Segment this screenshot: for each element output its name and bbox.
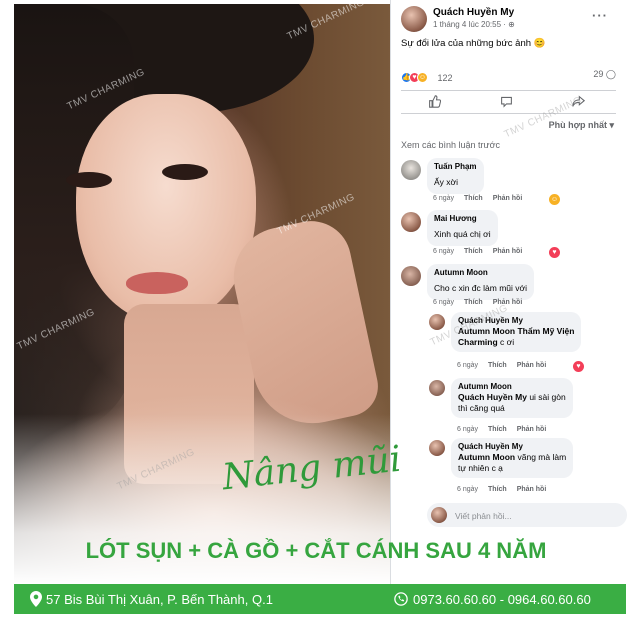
comment-text: ui sài gòn <box>526 392 566 402</box>
comment-author[interactable]: Autumn Moon <box>458 382 566 391</box>
comment-time[interactable]: 6 ngày <box>433 299 454 306</box>
avatar[interactable] <box>429 440 445 456</box>
avatar <box>431 507 447 523</box>
comment-time[interactable]: 6 ngày <box>457 362 478 369</box>
comment-sort-dropdown[interactable]: Phù hợp nhất ▾ <box>549 120 614 131</box>
reply-placeholder: Viết phản hồi... <box>455 511 512 521</box>
like-link[interactable]: Thích <box>464 195 483 202</box>
comment-bubble: Tuấn Phạm Ấy xời <box>427 158 484 194</box>
comment-time[interactable]: 6 ngày <box>433 248 454 255</box>
lips-shape <box>126 272 188 294</box>
comment-author[interactable]: Quách Huyền My <box>458 442 566 451</box>
avatar[interactable] <box>401 212 421 232</box>
comment-text: thì căng quá <box>458 403 505 413</box>
mention[interactable]: Charming <box>458 337 498 347</box>
comment-text: vãng mà làm <box>515 452 567 462</box>
comment-icon[interactable] <box>499 95 513 109</box>
love-reaction-icon[interactable]: ♥ <box>573 361 584 372</box>
post-timestamp[interactable]: 1 tháng 4 lúc 20:55 · ⊕ <box>433 20 515 29</box>
eye-shape <box>162 164 208 180</box>
address-text: 57 Bis Bùi Thị Xuân, P. Bến Thành, Q.1 <box>46 592 273 607</box>
avatar[interactable] <box>429 380 445 396</box>
location-pin-icon <box>30 591 42 607</box>
phone-numbers: 0973.60.60.60 - 0964.60.60.60 <box>413 592 591 607</box>
avatar[interactable] <box>401 160 421 180</box>
post-author[interactable]: Quách Huyền My <box>433 7 514 18</box>
mention[interactable]: Quách Huyền My <box>458 392 527 402</box>
haha-reaction-icon[interactable]: ☺ <box>549 194 560 205</box>
comment-text-line: Autumn Moon vãng mà làm <box>458 452 566 463</box>
like-icon[interactable] <box>427 95 441 109</box>
like-link[interactable]: Thích <box>488 426 507 433</box>
comment-author[interactable]: Autumn Moon <box>434 268 527 277</box>
avatar[interactable] <box>401 266 421 286</box>
like-link[interactable]: Thích <box>488 362 507 369</box>
comment-text: Cho c xin đc làm mũi với <box>434 283 527 293</box>
haha-reaction-icon: ☺ <box>417 72 428 84</box>
love-reaction-icon[interactable]: ♥ <box>549 247 560 258</box>
comment-text: c ơi <box>497 337 515 347</box>
comment-meta: 6 ngày Thích Phản hồi <box>457 426 556 433</box>
like-link[interactable]: Thích <box>464 299 483 306</box>
comment-bubble: Autumn Moon Cho c xin đc làm mũi với <box>427 264 534 300</box>
comment-bubble: Quách Huyền My Autumn Moon vãng mà làm t… <box>451 438 574 478</box>
view-previous-comments-link[interactable]: Xem các bình luận trước <box>401 140 500 150</box>
eye-shape <box>66 172 112 188</box>
reply-link[interactable]: Phản hồi <box>493 195 523 202</box>
reply-link[interactable]: Phản hồi <box>493 248 523 255</box>
comment-time[interactable]: 6 ngày <box>457 486 478 493</box>
comment-author[interactable]: Tuấn Phạm <box>434 162 477 171</box>
comment-meta: 6 ngày Thích Phản hồi <box>433 248 532 255</box>
comment-meta: 6 ngày Thích Phản hồi <box>433 195 532 202</box>
comment-count[interactable]: 29 ◯ <box>593 69 616 80</box>
comment-text: tự nhiên c ạ <box>458 463 503 473</box>
more-options-icon[interactable]: ··· <box>592 8 608 23</box>
reaction-count: 122 <box>437 72 453 83</box>
post-image-frame: TMV CHARMING TMV CHARMING TMV CHARMING T… <box>0 0 632 622</box>
comment-time[interactable]: 6 ngày <box>457 426 478 433</box>
comment-meta: 6 ngày Thích Phản hồi <box>457 362 556 369</box>
contact-bar: 57 Bis Bùi Thị Xuân, P. Bến Thành, Q.1 0… <box>14 584 626 614</box>
comment-meta: 6 ngày Thích Phản hồi <box>433 299 532 306</box>
comment-bubble: Autumn Moon Quách Huyền My ui sài gòn th… <box>451 378 573 418</box>
reply-link[interactable]: Phản hồi <box>517 426 547 433</box>
comment-text-line: Charming c ơi <box>458 337 574 348</box>
comment-text: Xinh quá chị ơi <box>434 229 491 239</box>
avatar[interactable] <box>429 314 445 330</box>
mention[interactable]: Autumn Moon <box>458 452 515 462</box>
facebook-post-panel: Quách Huyền My 1 tháng 4 lúc 20:55 · ⊕ ·… <box>390 0 632 584</box>
phone-icon <box>394 592 408 606</box>
portrait-photo: TMV CHARMING TMV CHARMING TMV CHARMING T… <box>14 4 392 584</box>
like-link[interactable]: Thích <box>488 486 507 493</box>
comment-time[interactable]: 6 ngày <box>433 195 454 202</box>
post-header: Quách Huyền My 1 tháng 4 lúc 20:55 · ⊕ ·… <box>401 6 626 34</box>
reactions-summary[interactable]: 👍 ♥ ☺ 122 29 ◯ <box>401 69 616 84</box>
post-text: Sự đổi lửa của những bức ảnh 😊 <box>401 38 546 49</box>
avatar[interactable] <box>401 6 427 32</box>
comment-text: Ấy xời <box>434 177 458 187</box>
like-link[interactable]: Thích <box>464 248 483 255</box>
reply-link[interactable]: Phản hồi <box>517 486 547 493</box>
comment-author[interactable]: Mai Hương <box>434 214 491 223</box>
comment-meta: 6 ngày Thích Phản hồi <box>457 486 556 493</box>
comment-bubble: Mai Hương Xinh quá chị ơi <box>427 210 498 246</box>
post-action-bar <box>401 90 616 114</box>
reply-link[interactable]: Phản hồi <box>517 362 547 369</box>
comment-text-line: Quách Huyền My ui sài gòn <box>458 392 566 403</box>
headline: LÓT SỤN + CÀ GỒ + CẮT CÁNH SAU 4 NĂM <box>85 538 547 563</box>
